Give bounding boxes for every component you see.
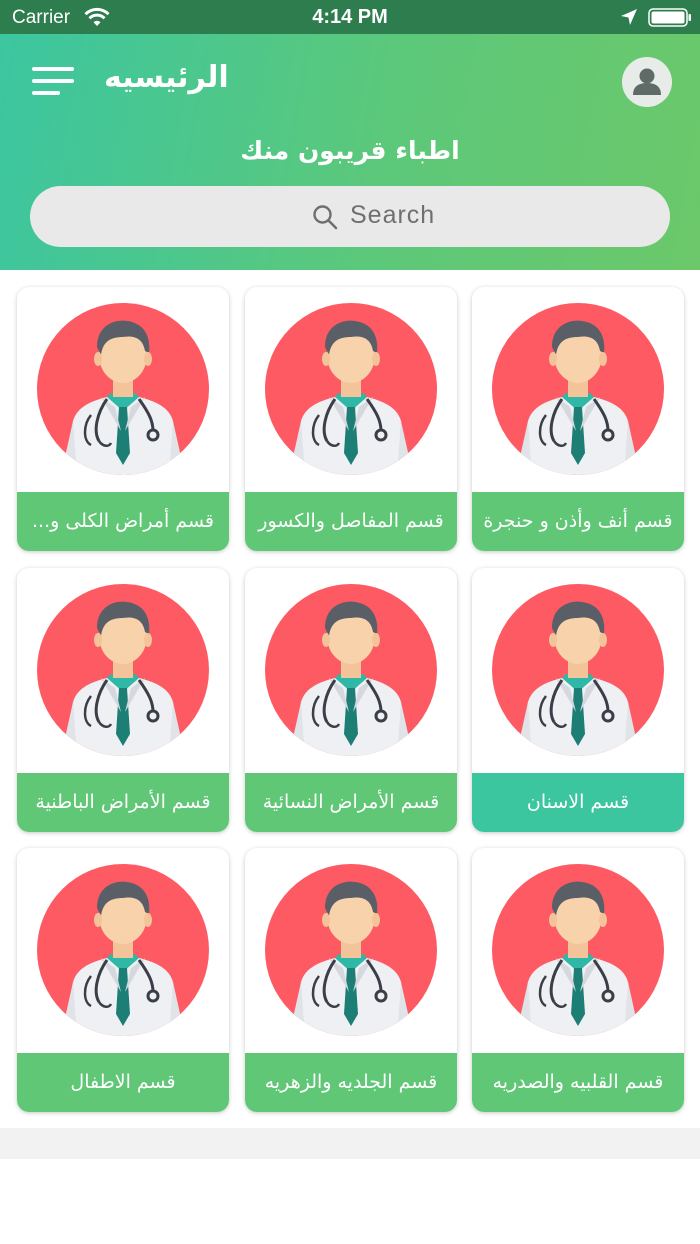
profile-avatar[interactable] xyxy=(622,57,672,107)
department-label: قسم المفاصل والكسور xyxy=(245,492,457,551)
menu-icon[interactable] xyxy=(32,67,74,97)
department-card[interactable]: قسم أمراض الكلى و... xyxy=(17,287,229,551)
departments-grid: قسم أنف وأذن و حنجرة قسم المفاصل والكسور… xyxy=(0,270,700,1128)
department-card[interactable]: قسم القلبيه والصدريه xyxy=(472,848,684,1112)
footer-strip xyxy=(0,1128,700,1159)
department-card[interactable]: قسم أنف وأذن و حنجرة xyxy=(472,287,684,551)
department-card[interactable]: قسم الأمراض الباطنية xyxy=(17,568,229,832)
department-label: قسم القلبيه والصدريه xyxy=(472,1053,684,1112)
user-icon xyxy=(633,68,661,95)
department-card[interactable]: قسم الاطفال xyxy=(17,848,229,1112)
battery-icon xyxy=(648,8,691,27)
department-label: قسم الأمراض النسائية xyxy=(245,773,457,832)
doctor-icon xyxy=(265,584,437,756)
page-title: الرئيسيه xyxy=(104,60,229,95)
doctor-icon xyxy=(37,864,209,1036)
department-label: قسم أمراض الكلى و... xyxy=(17,492,229,551)
department-card[interactable]: قسم الاسنان xyxy=(472,568,684,832)
doctor-icon xyxy=(492,303,664,475)
doctor-icon xyxy=(492,864,664,1036)
search-placeholder: Search xyxy=(350,201,436,229)
department-label: قسم الأمراض الباطنية xyxy=(17,773,229,832)
doctor-icon xyxy=(37,584,209,756)
status-bar: Carrier 4:14 PM xyxy=(0,0,700,34)
department-label: قسم الجلديه والزهريه xyxy=(245,1053,457,1112)
department-label: قسم الاطفال xyxy=(17,1053,229,1112)
department-card[interactable]: قسم الجلديه والزهريه xyxy=(245,848,457,1112)
doctor-icon xyxy=(265,303,437,475)
clock: 4:14 PM xyxy=(312,6,388,28)
doctor-icon xyxy=(265,864,437,1036)
section-subtitle: اطباء قريبون منك xyxy=(240,136,460,165)
department-label: قسم الاسنان xyxy=(472,773,684,832)
doctor-icon xyxy=(492,584,664,756)
search-icon xyxy=(313,205,338,230)
department-card[interactable]: قسم الأمراض النسائية xyxy=(245,568,457,832)
header: الرئيسيه اطباء قريبون منك Search xyxy=(0,34,700,270)
department-label: قسم أنف وأذن و حنجرة xyxy=(472,492,684,551)
department-card[interactable]: قسم المفاصل والكسور xyxy=(245,287,457,551)
search-input[interactable]: Search xyxy=(30,186,670,247)
doctor-icon xyxy=(37,303,209,475)
location-arrow-icon xyxy=(621,9,637,25)
